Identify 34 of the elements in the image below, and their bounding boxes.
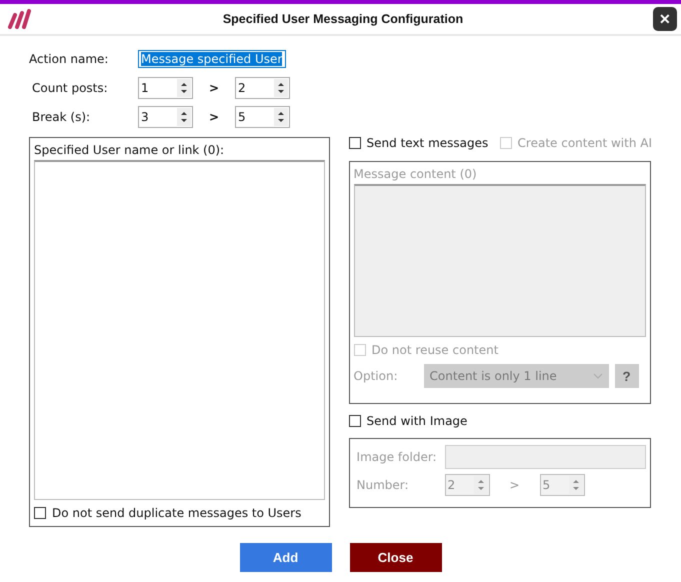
spin-arrows-icon[interactable] bbox=[177, 79, 191, 97]
number-spinner[interactable]: 2 bbox=[235, 77, 290, 99]
range-separator: > bbox=[208, 110, 220, 124]
checkbox-label: Create content with AI bbox=[518, 136, 652, 150]
number-spinner[interactable]: 5 bbox=[235, 106, 290, 128]
action-name-label: Action name: bbox=[29, 52, 110, 66]
spin-arrows-icon[interactable] bbox=[274, 79, 288, 97]
message-label: Message content (0) bbox=[354, 167, 477, 181]
close-button[interactable]: ✕ bbox=[653, 7, 677, 31]
checkbox[interactable] bbox=[34, 507, 46, 519]
close-dialog-button[interactable]: Close bbox=[350, 543, 442, 572]
checkbox[interactable] bbox=[348, 137, 361, 149]
users-label: Specified User name or link (0): bbox=[34, 142, 226, 158]
number-label: Number: bbox=[356, 478, 410, 492]
action-name-field[interactable]: Message specified User bbox=[138, 50, 286, 68]
app-logo-icon bbox=[7, 9, 33, 29]
number-spinner[interactable]: 1 bbox=[138, 77, 193, 99]
number-spinner[interactable]: 3 bbox=[138, 106, 193, 128]
option-label: Option: bbox=[354, 369, 399, 383]
spin-arrows-icon[interactable] bbox=[177, 108, 191, 126]
checkbox[interactable] bbox=[348, 415, 361, 427]
checkbox-label: Send with Image bbox=[366, 414, 468, 428]
field-label: Break (s): bbox=[31, 110, 92, 124]
chevron-down-icon bbox=[592, 373, 603, 379]
window-title: Specified User Messaging Configuration bbox=[222, 12, 464, 26]
range-separator: > bbox=[208, 81, 220, 95]
add-button[interactable]: Add bbox=[240, 543, 332, 572]
range-separator: > bbox=[508, 478, 521, 492]
checkbox-label: Do not reuse content bbox=[372, 343, 498, 357]
spin-arrows-icon[interactable] bbox=[274, 108, 288, 126]
field-label: Count posts: bbox=[31, 81, 109, 95]
image-folder-label: Image folder: bbox=[356, 450, 438, 464]
checkbox-label: Do not send duplicate messages to Users bbox=[52, 506, 302, 520]
checkbox-label: Send text messages bbox=[366, 136, 488, 150]
